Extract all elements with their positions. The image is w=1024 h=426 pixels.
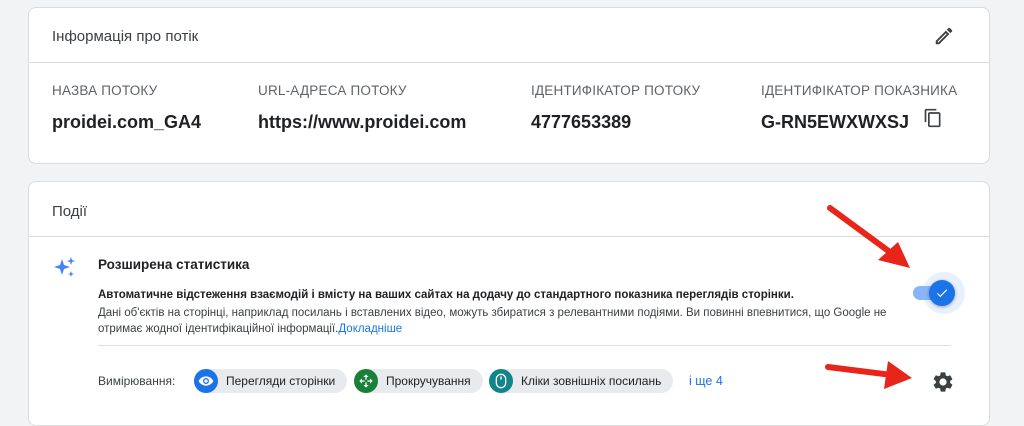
stream-id-value: 4777653389	[531, 112, 632, 132]
events-title: Події	[52, 203, 88, 220]
chip-page-views-label: Перегляди сторінки	[226, 374, 336, 388]
mouse-icon	[489, 369, 513, 393]
measurement-id-field: ІДЕНТИФІКАТОР ПОКАЗНИКА G-RN5EWXWXSJ	[761, 83, 957, 133]
enhanced-measurement-title: Розширена статистика	[98, 257, 250, 272]
stream-info-title: Інформація про потік	[52, 28, 199, 45]
stream-url-label: URL-АДРЕСА ПОТОКУ	[258, 83, 407, 98]
copy-icon[interactable]	[923, 108, 943, 128]
chip-page-views[interactable]: Перегляди сторінки	[194, 369, 348, 393]
edit-pencil-icon[interactable]	[933, 25, 955, 47]
stream-info-header: Інформація про потік	[29, 8, 989, 63]
chip-scrolls-label: Прокручування	[386, 374, 471, 388]
stream-id-label: ІДЕНТИФІКАТОР ПОТОКУ	[531, 83, 701, 98]
scroll-arrows-icon	[354, 369, 378, 393]
sparkle-icon	[54, 257, 75, 277]
stream-id-field: ІДЕНТИФІКАТОР ПОТОКУ 4777653389	[531, 83, 700, 133]
stream-name-field: НАЗВА ПОТОКУ proidei.com_GA4	[52, 83, 201, 133]
gear-icon[interactable]	[931, 370, 955, 394]
stream-url-field: URL-АДРЕСА ПОТОКУ https://www.proidei.co…	[258, 83, 466, 133]
toggle-knob	[929, 280, 955, 306]
stream-url-value: https://www.proidei.com	[258, 112, 467, 132]
events-header: Події	[29, 182, 989, 237]
events-card: Події Розширена статистика Автоматичне в…	[28, 181, 990, 426]
check-icon	[936, 289, 948, 298]
learn-more-link[interactable]: Докладніше	[338, 323, 402, 335]
measurement-id-label: ІДЕНТИФІКАТОР ПОКАЗНИКА	[761, 83, 958, 98]
stream-name-label: НАЗВА ПОТОКУ	[52, 83, 158, 98]
enhanced-measurement-description: Дані об'єктів на сторінці, наприклад пос…	[98, 305, 898, 337]
stream-name-value: proidei.com_GA4	[52, 112, 202, 132]
stream-info-card: Інформація про потік НАЗВА ПОТОКУ proide…	[28, 7, 990, 164]
chip-outbound-clicks[interactable]: Кліки зовнішніх посилань	[489, 369, 674, 393]
chip-scrolls[interactable]: Прокручування	[354, 369, 483, 393]
eye-icon	[194, 369, 218, 393]
enhanced-measurement-summary: Автоматичне відстеження взаємодій і вміс…	[98, 289, 794, 301]
enhanced-measurement-toggle[interactable]	[907, 272, 965, 314]
enhanced-description-text: Дані об'єктів на сторінці, наприклад пос…	[98, 307, 887, 335]
chip-outbound-clicks-label: Кліки зовнішніх посилань	[521, 374, 662, 388]
section-divider	[98, 345, 951, 346]
more-chips-link[interactable]: і ще 4	[689, 374, 723, 388]
measuring-label: Вимірювання:	[98, 374, 176, 388]
